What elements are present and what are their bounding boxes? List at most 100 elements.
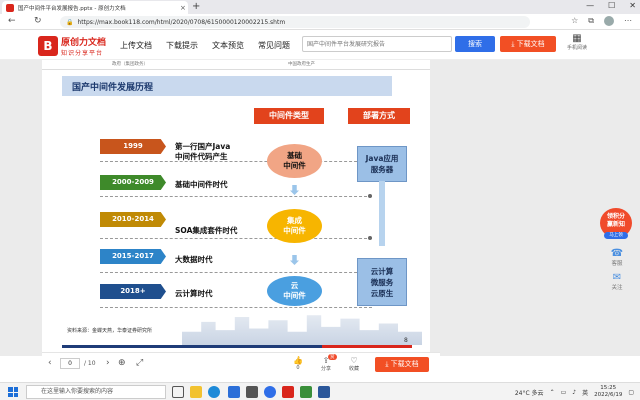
store-icon[interactable] [228, 386, 240, 398]
page-total: / 10 [84, 360, 96, 367]
search-input[interactable] [302, 36, 452, 52]
window-controls: — ☐ ✕ [586, 1, 636, 10]
nav-text-preview[interactable]: 文本预览 [212, 40, 244, 51]
customer-service-label: 客服 [611, 261, 623, 267]
type-basic: 基础 中间件 [267, 144, 322, 178]
app-icon[interactable] [246, 386, 258, 398]
nav-upload[interactable]: 上传文档 [120, 40, 152, 51]
page-input[interactable]: 0 [60, 358, 80, 369]
nav-download-tips[interactable]: 下载提示 [166, 40, 198, 51]
col-head-type: 中间件类型 [254, 108, 324, 124]
site-logo[interactable]: B 原创力文档 知识分享平台 [38, 35, 106, 57]
close-window-icon[interactable]: ✕ [629, 1, 636, 10]
mobile-read[interactable]: ▦ 手机阅读 [566, 33, 588, 51]
notification-icon[interactable]: ▢ [628, 389, 634, 396]
header-download-label: 下载文档 [516, 40, 545, 48]
slide-source: 资料来源：金蝶天燕，华泰证券研究所 [67, 328, 153, 334]
clock[interactable]: 15:25 2022/6/19 [594, 385, 622, 399]
dashed-line [100, 238, 372, 239]
document-page: 政府（集团政务） 中国政府生产 国产中间件发展历程 中间件类型 部署方式 199… [42, 60, 430, 352]
site-header: B 原创力文档 知识分享平台 上传文档 下载提示 文本预览 常见问题 搜索 ⤓ … [0, 30, 640, 60]
zoom-in-icon[interactable]: ⊕ [118, 358, 126, 368]
reload-icon[interactable]: ↻ [34, 16, 42, 26]
new-tab-icon[interactable]: + [192, 1, 200, 12]
app-icon[interactable] [282, 386, 294, 398]
header-download-button[interactable]: ⤓ 下载文档 [500, 36, 556, 52]
search-button[interactable]: 搜索 [455, 36, 495, 52]
address-bar: ← ↻ 🔒 https://max.book118.com/html/2020/… [0, 14, 640, 30]
type-integration: 集成 中间件 [267, 209, 322, 243]
city-skyline-graphic [182, 315, 422, 345]
tab-title: 国产中间件平台发展报告.pptx - 原创力文档 [18, 5, 126, 12]
deploy-java-app-server: Java应用 服务器 [357, 146, 407, 182]
app-icon[interactable] [264, 386, 276, 398]
slide-footer-accent [322, 345, 412, 348]
minimize-icon[interactable]: — [586, 1, 594, 10]
site-nav: 上传文档 下载提示 文本预览 常见问题 [120, 40, 290, 51]
viewer-download-button[interactable]: ⤓ 下载文档 [375, 357, 429, 372]
slide-page-number: 8 [404, 337, 408, 344]
url-field[interactable]: 🔒 https://max.book118.com/html/2020/0708… [60, 16, 530, 28]
clock-date: 2022/6/19 [594, 392, 623, 398]
year-label-5: 2018+ [100, 284, 166, 299]
browser-actions: ☆ ⧉ ⋯ [571, 16, 632, 26]
share-button[interactable]: ⇪ 赏 分享 [314, 354, 338, 372]
browser-tabbar: 国产中间件平台发展报告.pptx - 原创力文档 × + — ☐ ✕ [0, 0, 640, 14]
word-icon[interactable] [318, 386, 330, 398]
menu-icon[interactable]: ⋯ [624, 16, 632, 26]
windows-start-icon[interactable] [8, 387, 18, 397]
edge-browser-icon[interactable] [208, 386, 220, 398]
nav-faq[interactable]: 常见问题 [258, 40, 290, 51]
volume-icon[interactable]: ♪ [572, 389, 576, 396]
follow[interactable]: ✉ 关注 [606, 272, 628, 291]
task-view-icon[interactable] [172, 386, 184, 398]
prev-page-icon[interactable]: ‹ [48, 358, 52, 368]
like-button[interactable]: 👍 0 [286, 356, 310, 371]
next-page-icon[interactable]: › [106, 358, 110, 368]
arrow-down-icon [290, 255, 299, 265]
grid-icon: ▦ [572, 33, 582, 44]
file-explorer-icon[interactable] [190, 386, 202, 398]
year-label-2: 2000-2009 [100, 175, 166, 190]
col-head-deploy: 部署方式 [348, 108, 410, 124]
system-tray: 24°C 多云 ⌃ ▭ ♪ 英 15:25 2022/6/19 ▢ [515, 385, 634, 399]
customer-service[interactable]: ☎ 客服 [606, 248, 628, 267]
back-icon[interactable]: ← [8, 16, 16, 26]
browser-tab[interactable]: 国产中间件平台发展报告.pptx - 原创力文档 × [2, 1, 188, 14]
follow-label: 关注 [611, 285, 623, 291]
tray-chevron-icon[interactable]: ⌃ [550, 389, 555, 396]
promo-claim-button[interactable]: 马上领 [604, 232, 628, 239]
tab-close-icon[interactable]: × [180, 4, 186, 12]
era-label-5: 云计算时代 [175, 289, 213, 298]
favorites-icon[interactable]: ☆ [571, 16, 578, 26]
deploy-cloud: 云计算 微服务 云原生 [357, 258, 407, 306]
fullscreen-icon[interactable]: ⤢ [136, 358, 143, 368]
app-icon[interactable] [300, 386, 312, 398]
era-label-3: SOA集成套件时代 [175, 226, 238, 235]
collections-icon[interactable]: ⧉ [588, 16, 594, 26]
share-badge: 赏 [328, 354, 337, 360]
input-language[interactable]: 英 [582, 388, 588, 397]
deploy-connector [379, 181, 385, 246]
network-icon[interactable]: ▭ [561, 389, 567, 396]
collect-button[interactable]: ♡ 收藏 [342, 356, 366, 372]
logo-mark: B [38, 36, 58, 56]
like-count: 0 [296, 365, 300, 371]
url-text: https://max.book118.com/html/2020/0708/6… [77, 18, 286, 26]
type-cloud: 云中间件 [267, 276, 322, 306]
dashed-line [100, 196, 372, 197]
dot-marker [368, 236, 372, 240]
dot-marker [368, 194, 372, 198]
headset-icon: ☎ [610, 248, 624, 259]
maximize-icon[interactable]: ☐ [608, 1, 615, 10]
lock-icon: 🔒 [66, 18, 74, 26]
year-label-1: 1999 [100, 139, 166, 154]
weather-text[interactable]: 24°C 多云 [515, 388, 544, 397]
mobile-read-label: 手机阅读 [566, 45, 587, 51]
era-label-1: 第一行国产Java 中间件代码产生 [175, 142, 231, 161]
taskbar-search-input[interactable]: 在这里输入你要搜索的内容 [26, 385, 166, 399]
year-label-3: 2010-2014 [100, 212, 166, 227]
profile-avatar[interactable] [604, 16, 614, 26]
prev-strip-text-2: 中国政府生产 [288, 62, 315, 67]
dashed-line [100, 307, 372, 308]
